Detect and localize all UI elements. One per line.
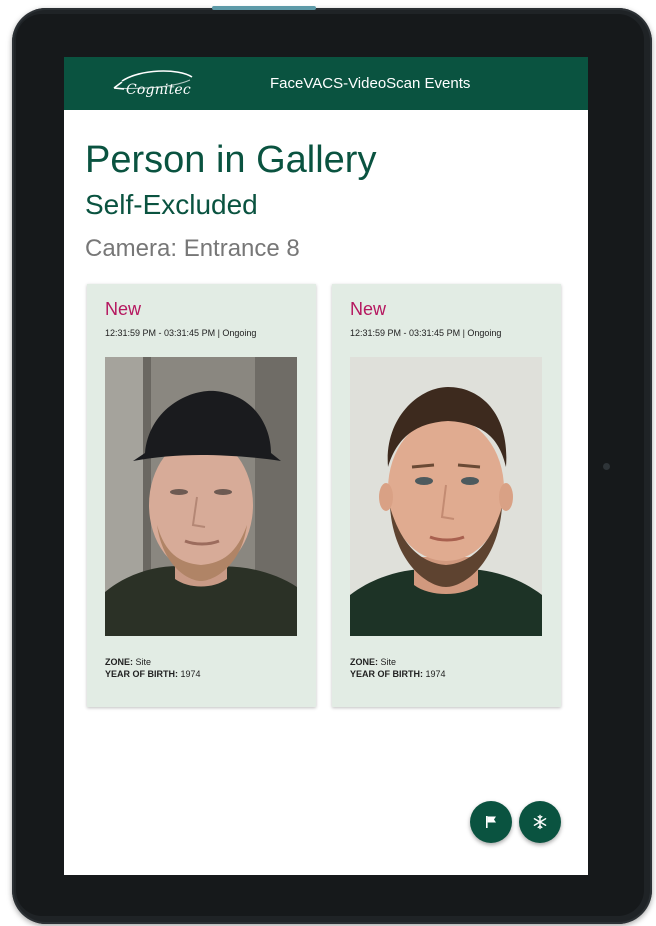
page-title: Person in Gallery [85, 139, 377, 181]
zone-row: ZONE: Site [350, 656, 446, 668]
zone-row: ZONE: Site [105, 656, 201, 668]
zone-label: ZONE: [105, 657, 133, 667]
event-card-capture[interactable]: New 12:31:59 PM - 03:31:45 PM | Ongoing … [87, 284, 316, 707]
snowflake-icon [533, 814, 547, 830]
zone-label: ZONE: [350, 657, 378, 667]
snowflake-button[interactable] [519, 801, 561, 843]
status-badge: New [350, 299, 387, 319]
card-meta: ZONE: Site YEAR OF BIRTH: 1974 [105, 656, 201, 680]
flag-icon [486, 816, 496, 828]
zone-value: Site [135, 657, 152, 667]
year-of-birth-value: 1974 [425, 669, 446, 679]
page-subtitle: Self-Excluded [85, 189, 258, 220]
year-of-birth-label: YEAR OF BIRTH: [105, 669, 178, 679]
zone-value: Site [380, 657, 397, 667]
status-badge: New [105, 299, 142, 319]
year-of-birth-row: YEAR OF BIRTH: 1974 [350, 668, 446, 680]
event-card-gallery[interactable]: New 12:31:59 PM - 03:31:45 PM | Ongoing … [332, 284, 561, 707]
tablet-sensor [603, 463, 610, 470]
app-screen: Cognitec FaceVACS-VideoScan Events Perso… [64, 57, 588, 875]
app-header: Cognitec FaceVACS-VideoScan Events [64, 57, 588, 110]
year-of-birth-label: YEAR OF BIRTH: [350, 669, 423, 679]
gallery-photo [350, 357, 542, 636]
capture-photo [105, 357, 297, 636]
event-time: 12:31:59 PM - 03:31:45 PM | Ongoing [105, 328, 257, 338]
card-meta: ZONE: Site YEAR OF BIRTH: 1974 [350, 656, 446, 680]
event-time: 12:31:59 PM - 03:31:45 PM | Ongoing [350, 328, 502, 338]
year-of-birth-row: YEAR OF BIRTH: 1974 [105, 668, 201, 680]
cognitec-logo: Cognitec [100, 67, 200, 103]
camera-label: Camera: Entrance 8 [85, 235, 300, 262]
tablet-power-button [212, 6, 316, 10]
header-title: FaceVACS-VideoScan Events [270, 75, 471, 92]
logo-text: Cognitec [126, 82, 191, 98]
flag-button[interactable] [470, 801, 512, 843]
year-of-birth-value: 1974 [180, 669, 201, 679]
